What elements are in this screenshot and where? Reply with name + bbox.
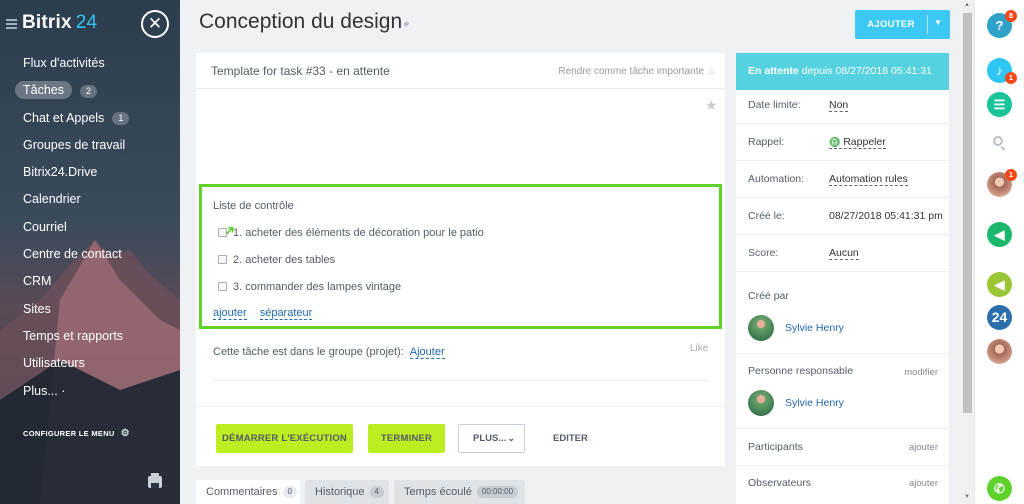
created-label: Créé le: xyxy=(748,210,785,222)
make-important-link[interactable]: Rendre comme tâche importante ♨ xyxy=(558,66,716,77)
participants-label: Participants xyxy=(748,441,803,453)
sidebar-item-groupes[interactable]: Groupes de travail xyxy=(0,135,180,162)
avatar xyxy=(748,315,774,341)
task-card: Template for task #33 - en attente Rendr… xyxy=(196,53,725,466)
bitrix24-icon[interactable]: 24 xyxy=(987,305,1012,330)
edit-button[interactable]: EDITER xyxy=(553,424,588,453)
reminder-label: Rappel: xyxy=(748,136,785,148)
scrollbar[interactable]: ▲ ▼ xyxy=(962,0,973,504)
checklist-links: ajouter séparateur xyxy=(213,307,322,320)
count-badge: 2 xyxy=(80,84,98,98)
like-link[interactable]: Like xyxy=(690,343,708,354)
scroll-down-icon[interactable]: ▼ xyxy=(964,494,970,500)
divider xyxy=(213,380,709,381)
right-icon-bar: ? 8 ♪ 1 ☰ 1 ◀ ◀ 24 ✆ xyxy=(974,0,1024,504)
sidebar-item-temps[interactable]: Temps et rapports xyxy=(0,326,180,353)
add-observer-link[interactable]: ajouter xyxy=(909,478,938,489)
status-header: En attente depuis 08/27/2018 05:41:31 pm xyxy=(736,53,949,114)
announcement-icon[interactable]: ◀ xyxy=(987,272,1012,297)
fire-icon: ♨ xyxy=(707,66,716,77)
creator-name[interactable]: Sylvie Henry xyxy=(785,322,844,334)
add-group-link[interactable]: Ajouter xyxy=(409,346,445,359)
observers-label: Observateurs xyxy=(748,477,812,489)
bell-icon: ♎ xyxy=(829,137,841,147)
task-side-panel: En attente depuis 08/27/2018 05:41:31 pm… xyxy=(736,53,949,504)
deadline-label: Date limite: xyxy=(748,99,801,111)
modify-responsible-link[interactable]: modifier xyxy=(904,367,938,378)
more-button[interactable]: PLUS... ⌄ xyxy=(458,424,525,453)
score-label: Score: xyxy=(748,247,779,259)
sidebar-item-drive[interactable]: Bitrix24.Drive xyxy=(0,162,180,189)
checklist-item[interactable]: 1. acheter des éléments de décoration po… xyxy=(218,227,484,241)
bitrix-logo[interactable]: Bitrix 24 xyxy=(22,12,97,34)
add-button[interactable]: AJOUTER ▼ xyxy=(855,10,950,39)
logo-row: Bitrix 24 ✕ xyxy=(0,10,180,40)
separator-link[interactable]: séparateur xyxy=(259,307,313,320)
add-checklist-item-link[interactable]: ajouter xyxy=(213,307,247,320)
created-value: 08/27/2018 05:41:31 pm xyxy=(829,210,943,222)
task-header-title: Template for task #33 - en attente xyxy=(211,64,390,78)
responsible-label: Personne responsable xyxy=(748,365,854,377)
start-execution-button[interactable]: DÉMARRER L'EXÉCUTION xyxy=(216,424,353,453)
task-header: Template for task #33 - en attente Rendr… xyxy=(196,53,725,89)
scrollbar-thumb[interactable] xyxy=(963,13,972,413)
user-badge: 1 xyxy=(1005,169,1017,181)
sidebar-item-utilisateurs[interactable]: Utilisateurs xyxy=(0,353,180,380)
tab-time-spent[interactable]: Temps écoulé 00:00:00 xyxy=(394,480,525,504)
scroll-up-icon[interactable]: ▲ xyxy=(964,2,970,8)
sidebar-item-crm[interactable]: CRM xyxy=(0,271,180,298)
sidebar-item-taches[interactable]: Tâches 2 xyxy=(0,80,180,107)
checklist-title: Liste de contrôle xyxy=(213,200,294,212)
checklist: Liste de contrôle ➜ 1. acheter des éléme… xyxy=(199,184,722,329)
chevron-down-icon: ⌄ xyxy=(507,433,515,443)
automation-label: Automation: xyxy=(748,173,805,185)
megaphone-icon[interactable]: ◀ xyxy=(987,222,1012,247)
checkbox[interactable] xyxy=(218,282,227,291)
checkbox[interactable] xyxy=(218,228,227,237)
sidebar-item-calendrier[interactable]: Calendrier xyxy=(0,189,180,216)
task-actions: DÉMARRER L'EXÉCUTION TERMINER PLUS... ⌄ E… xyxy=(196,406,725,466)
automation-value[interactable]: Automation rules xyxy=(829,173,908,186)
checklist-item[interactable]: 3. commander des lampes vintage xyxy=(218,281,401,295)
checklist-item[interactable]: 2. acheter des tables xyxy=(218,254,335,268)
chat-icon[interactable]: ☰ xyxy=(987,92,1012,117)
group-row: Cette tâche est dans le groupe (projet):… xyxy=(213,346,445,359)
help-badge: 8 xyxy=(1005,10,1017,22)
tab-history[interactable]: Historique 4 xyxy=(305,480,389,504)
responsible-name[interactable]: Sylvie Henry xyxy=(785,397,844,409)
sidebar-item-contact[interactable]: Centre de contact xyxy=(0,244,180,271)
deadline-value[interactable]: Non xyxy=(829,99,849,112)
star-icon[interactable]: ★ xyxy=(705,97,718,114)
printer-icon[interactable] xyxy=(148,473,162,488)
sidebar-item-chat[interactable]: Chat et Appels 1 xyxy=(0,108,180,135)
phone-icon[interactable]: ✆ xyxy=(987,476,1012,501)
sidebar-item-sites[interactable]: Sites xyxy=(0,299,180,326)
sidebar-item-plus[interactable]: Plus... · xyxy=(0,381,180,408)
tab-comments[interactable]: Commentaires 0 xyxy=(196,480,300,504)
reminder-value[interactable]: ♎ Rappeler xyxy=(829,136,886,149)
configure-menu-link[interactable]: CONFIGURER LE MENU ⚙ xyxy=(23,428,130,439)
created-by-label: Créé par xyxy=(748,290,789,302)
close-icon[interactable]: ✕ xyxy=(141,10,169,38)
search-icon[interactable] xyxy=(993,136,1003,146)
avatar xyxy=(748,390,774,416)
count-badge: 1 xyxy=(112,111,130,125)
notification-badge: 1 xyxy=(1005,72,1017,84)
sidebar-item-courriel[interactable]: Courriel xyxy=(0,217,180,244)
finish-button[interactable]: TERMINER xyxy=(368,424,445,453)
sidebar-item-flux[interactable]: Flux d'activités xyxy=(0,53,180,80)
contact-avatar[interactable] xyxy=(987,339,1012,364)
hamburger-icon[interactable] xyxy=(6,19,17,29)
score-value[interactable]: Aucun xyxy=(829,247,859,260)
gear-icon: ⚙ xyxy=(120,428,130,439)
add-participant-link[interactable]: ajouter xyxy=(909,442,938,453)
page-title: Conception du design xyxy=(199,10,403,33)
chevron-down-icon[interactable]: ▼ xyxy=(934,18,942,27)
left-sidebar: Bitrix 24 ✕ Flux d'activités Tâches 2 Chat… xyxy=(0,0,180,504)
checkbox[interactable] xyxy=(218,255,227,264)
sidebar-menu: Flux d'activités Tâches 2 Chat et Appels 1… xyxy=(0,53,180,408)
